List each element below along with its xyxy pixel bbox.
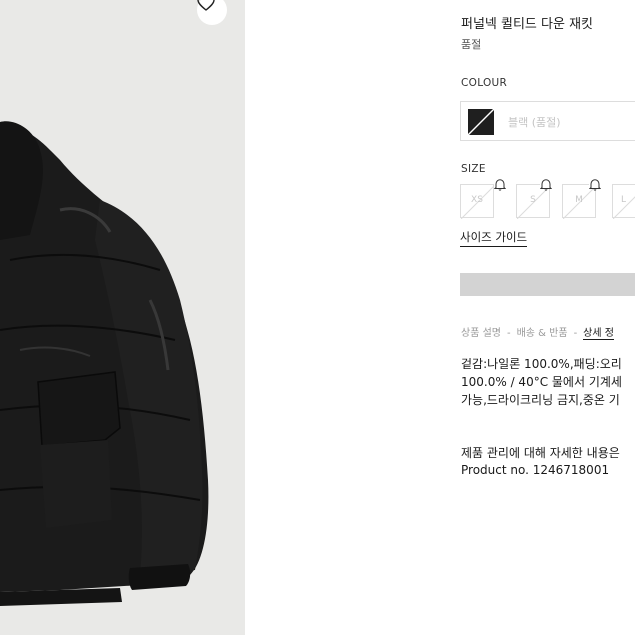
product-number: Product no. 1246718001 (461, 463, 610, 477)
size-option-xs[interactable]: XS (460, 184, 495, 219)
tab-shipping-returns[interactable]: 배송 & 반품 (517, 328, 568, 339)
colour-value: 블랙 (품절) (508, 116, 561, 129)
size-label-xs: XS (471, 195, 483, 205)
notify-button-s[interactable] (539, 176, 553, 191)
heart-icon (197, 0, 215, 11)
size-label-m: M (575, 195, 583, 205)
tab-separator: - (506, 328, 511, 339)
size-option-l[interactable]: L (612, 184, 635, 219)
info-tabs: 상품 설명 - 배송 & 반품 - 상세 정 (461, 324, 614, 340)
size-label-s: S (530, 195, 536, 205)
product-image (0, 0, 245, 635)
notify-button-xs[interactable] (493, 176, 507, 191)
notify-button-m[interactable] (588, 176, 602, 191)
product-title: 퍼널넥 퀼티드 다운 재킷 (461, 17, 593, 32)
tab-details[interactable]: 상세 정 (583, 328, 614, 340)
stock-status: 품절 (461, 38, 482, 51)
product-description: 겉감:나일론 100.0%,패딩:오리 100.0% / 40°C 물에서 기계… (461, 355, 635, 409)
tab-separator: - (573, 328, 578, 339)
tab-description[interactable]: 상품 설명 (461, 328, 501, 339)
size-label: SIZE (461, 163, 486, 175)
size-label-l: L (621, 195, 627, 205)
colour-swatch (468, 109, 494, 135)
bell-icon (539, 179, 553, 191)
description-line: 겉감:나일론 100.0%,패딩:오리 (461, 357, 622, 371)
add-to-bag-button-disabled[interactable] (460, 273, 635, 296)
description-line: 100.0% / 40°C 물에서 기계세 (461, 375, 622, 389)
colour-selector[interactable]: 블랙 (품절) (460, 101, 635, 141)
jacket-illustration (0, 121, 209, 606)
size-guide-link[interactable]: 사이즈 가이드 (460, 229, 528, 247)
bell-icon (493, 179, 507, 191)
crossed-out-icon (468, 109, 494, 135)
bell-icon (588, 179, 602, 191)
colour-label: COLOUR (461, 77, 508, 89)
care-note: 제품 관리에 대해 자세한 내용은 (461, 446, 620, 460)
description-line: 가능,드라이크리닝 금지,중온 기 (461, 393, 620, 407)
